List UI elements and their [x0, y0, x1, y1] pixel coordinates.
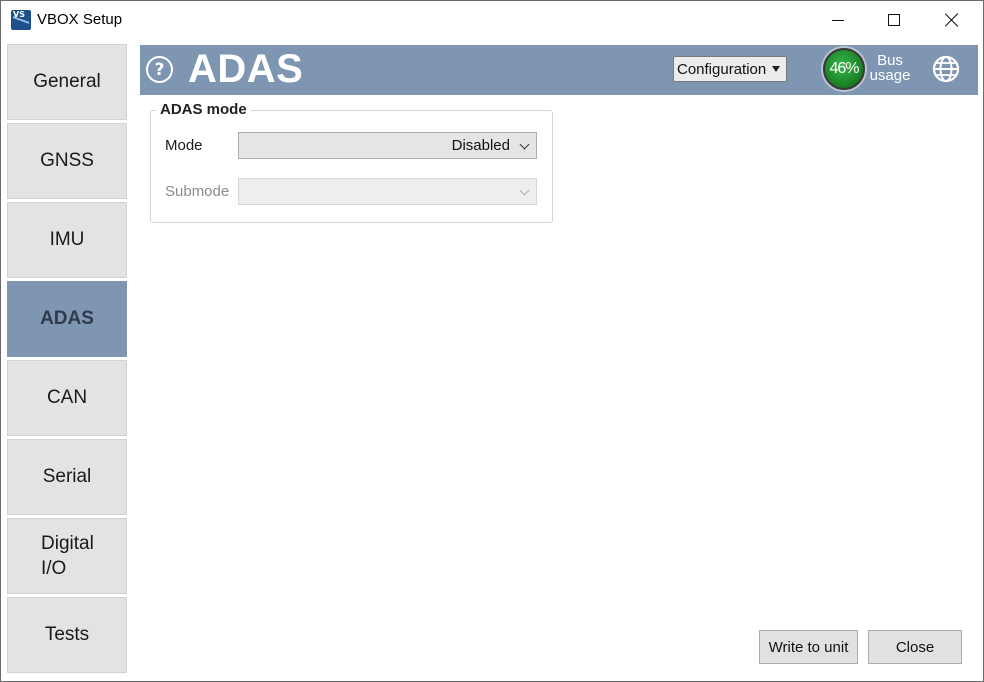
sidebar-item-label: Serial: [42, 466, 92, 487]
sidebar-item-label-line1: Digital: [41, 533, 94, 554]
sidebar-item-adas[interactable]: ADAS: [7, 281, 127, 357]
bus-usage-label: Bus usage: [869, 53, 911, 83]
close-icon: [945, 13, 959, 27]
sidebar-item-digital-io[interactable]: Digital I/O: [7, 518, 127, 594]
bus-usage-label-line2: usage: [869, 67, 911, 84]
mode-select-value: Disabled: [451, 137, 510, 154]
mode-select[interactable]: Disabled: [238, 132, 537, 159]
logo-swoosh: [13, 16, 29, 30]
sidebar-item-general[interactable]: General: [7, 44, 127, 120]
configuration-dropdown[interactable]: Configuration: [673, 56, 787, 82]
chevron-down-icon: [519, 139, 530, 150]
close-window-button[interactable]: [929, 1, 975, 39]
adas-mode-group: [150, 110, 553, 223]
sidebar-item-label: CAN: [46, 387, 88, 408]
mode-label: Mode: [165, 137, 203, 154]
minimize-button[interactable]: [815, 1, 861, 39]
app-window: VS VBOX Setup General GNSS IMU ADAS CAN: [0, 0, 984, 682]
sidebar-item-label: Tests: [44, 624, 90, 645]
sidebar-item-gnss[interactable]: GNSS: [7, 123, 127, 199]
sidebar-item-tests[interactable]: Tests: [7, 597, 127, 673]
sidebar-item-label: Digital I/O: [41, 531, 94, 581]
help-icon[interactable]: ?: [146, 56, 173, 83]
page-header: ? ADAS Configuration 46% Bus usage: [140, 45, 978, 95]
title-bar: VS VBOX Setup: [1, 1, 983, 39]
globe-icon[interactable]: [931, 54, 961, 84]
app-logo-icon: VS: [11, 10, 31, 30]
sidebar-item-label: GNSS: [40, 150, 94, 171]
sidebar-item-can[interactable]: CAN: [7, 360, 127, 436]
configuration-dropdown-value: Configuration: [677, 60, 767, 78]
close-button[interactable]: Close: [868, 630, 962, 664]
window-title: VBOX Setup: [37, 11, 123, 28]
sidebar-item-label: General: [33, 71, 101, 92]
minimize-icon: [832, 19, 844, 21]
sidebar-item-label: IMU: [49, 229, 85, 250]
maximize-button[interactable]: [871, 1, 917, 39]
sidebar-item-imu[interactable]: IMU: [7, 202, 127, 278]
write-to-unit-button[interactable]: Write to unit: [759, 630, 858, 664]
bus-usage-label-line1: Bus: [877, 52, 903, 69]
submode-select[interactable]: [238, 178, 537, 205]
submode-label: Submode: [165, 183, 230, 200]
group-title: ADAS mode: [156, 101, 251, 118]
chevron-down-icon: [519, 185, 530, 196]
bus-usage-percent: 46%: [829, 60, 859, 77]
sidebar-item-label-line2: I/O: [41, 558, 67, 579]
sidebar-item-serial[interactable]: Serial: [7, 439, 127, 515]
sidebar-item-label: ADAS: [40, 308, 94, 329]
bus-usage-gauge: 46%: [823, 48, 865, 90]
caret-down-icon: [772, 66, 780, 72]
page-title: ADAS: [188, 47, 304, 91]
maximize-icon: [888, 14, 900, 26]
